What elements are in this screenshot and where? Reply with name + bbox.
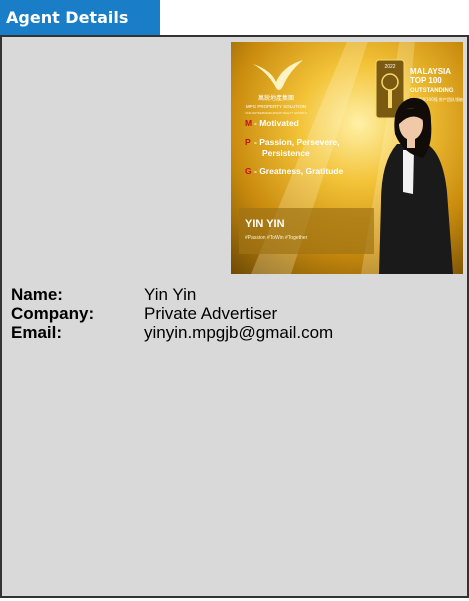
agent-email[interactable]: yinyin.mpgjb@gmail.com xyxy=(144,323,333,342)
name-plate xyxy=(239,208,374,254)
brand-name: MPG PROPERTY SOLUTION xyxy=(246,104,306,109)
name-row: Name: Yin Yin xyxy=(11,285,333,304)
brand-logo-icon xyxy=(253,60,303,90)
photo-agent-name: YIN YIN xyxy=(245,218,285,230)
email-row: Email: yinyin.mpgjb@gmail.com xyxy=(11,323,333,342)
tab-agent-details[interactable]: Agent Details xyxy=(0,0,160,35)
brand-chinese: 萬鋭地產集團 xyxy=(258,94,294,102)
agent-photo: 萬鋭地產集團 MPG PROPERTY SOLUTION OUR ENTREPR… xyxy=(231,42,463,274)
award-line-1: MALAYSIA xyxy=(410,67,451,76)
photo-hashtags: #Passion #ToWin #Together xyxy=(245,235,308,241)
company-label: Company: xyxy=(11,304,95,323)
value-p-text-cont: Persistence xyxy=(262,148,310,158)
email-label: Email: xyxy=(11,323,63,342)
agent-name: Yin Yin xyxy=(144,285,197,304)
agent-company: Private Advertiser xyxy=(144,304,278,323)
value-p-text: - Passion, Persevere, xyxy=(254,137,340,147)
value-g-text: - Greatness, Gratitude xyxy=(254,166,344,176)
agent-info: Name: Yin Yin Company: Private Advertiser … xyxy=(11,285,333,342)
brand-tagline: OUR ENTREPRENEURSHIP REALTY GROWTH xyxy=(245,111,307,115)
award-line-2: TOP 100 xyxy=(410,76,442,85)
company-row: Company: Private Advertiser xyxy=(11,304,333,323)
award-line-3: OUTSTANDING xyxy=(410,88,454,94)
award-year: 2022 xyxy=(384,64,395,70)
value-m-text: - Motivated xyxy=(254,118,299,128)
value-g-letter: G xyxy=(245,166,252,176)
agent-details-panel: 萬鋭地產集團 MPG PROPERTY SOLUTION OUR ENTREPR… xyxy=(0,35,469,598)
value-m-letter: M xyxy=(245,118,252,128)
name-label: Name: xyxy=(11,285,63,304)
value-p-letter: P xyxy=(245,137,251,147)
